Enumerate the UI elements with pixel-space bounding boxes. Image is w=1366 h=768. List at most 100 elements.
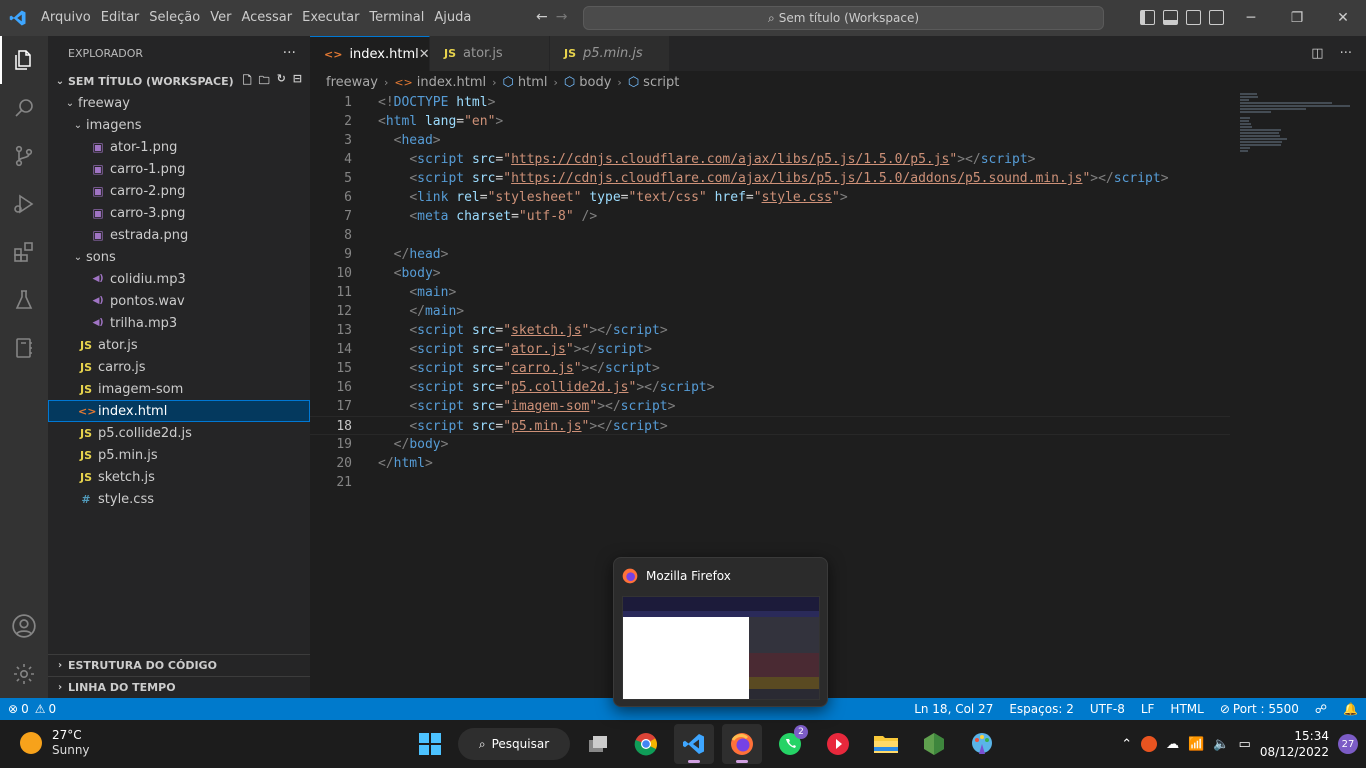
close-tab-icon[interactable]: ✕ xyxy=(419,47,430,62)
file-explorer-icon[interactable] xyxy=(866,724,906,764)
file-item[interactable]: ▣ carro-1.png xyxy=(48,158,310,180)
notifications-bell-icon[interactable]: 🔔 xyxy=(1335,702,1366,716)
menu-item-arquivo[interactable]: Arquivo xyxy=(36,0,96,36)
file-item[interactable]: ▣ carro-2.png xyxy=(48,180,310,202)
start-windows-icon[interactable] xyxy=(410,724,450,764)
task-view-icon[interactable] xyxy=(578,724,618,764)
extensions-icon[interactable] xyxy=(0,228,48,276)
file-item[interactable]: ▣ ator-1.png xyxy=(48,136,310,158)
explorer-icon[interactable] xyxy=(0,36,48,84)
menu-item-terminal[interactable]: Terminal xyxy=(364,0,429,36)
file-item[interactable]: # style.css xyxy=(48,488,310,510)
file-item[interactable]: JS p5.collide2d.js xyxy=(48,422,310,444)
problems-status[interactable]: ⊗ 0 ⚠ 0 xyxy=(0,702,64,716)
tray-app-icon[interactable] xyxy=(1141,736,1158,752)
folder-item[interactable]: ⌄ imagens xyxy=(48,114,310,136)
file-item[interactable]: ◀) colidiu.mp3 xyxy=(48,268,310,290)
clock[interactable]: 15:34 08/12/2022 xyxy=(1260,728,1329,760)
firefox-icon[interactable] xyxy=(722,724,762,764)
tab-p5-min-js[interactable]: JS p5.min.js xyxy=(550,36,670,71)
menu-item-editar[interactable]: Editar xyxy=(96,0,145,36)
file-item[interactable]: ▣ carro-3.png xyxy=(48,202,310,224)
split-editor-icon[interactable]: ◫ xyxy=(1311,46,1323,61)
chevron-up-icon[interactable]: ⌃ xyxy=(1121,737,1132,752)
end-of-line[interactable]: LF xyxy=(1133,702,1163,716)
more-actions-icon[interactable]: ··· xyxy=(283,45,296,61)
menu-item-executar[interactable]: Executar xyxy=(297,0,364,36)
whatsapp-icon[interactable]: 2 xyxy=(770,724,810,764)
live-server-port[interactable]: ⊘ Port : 5500 xyxy=(1212,702,1307,716)
collapse-all-icon[interactable]: ⊟ xyxy=(293,72,302,91)
back-arrow-icon[interactable]: ← xyxy=(536,9,548,25)
taskbar-search[interactable]: ⌕ Pesquisar xyxy=(458,728,570,760)
file-item[interactable]: JS carro.js xyxy=(48,356,310,378)
encoding[interactable]: UTF-8 xyxy=(1082,702,1133,716)
forward-arrow-icon[interactable]: → xyxy=(556,9,568,25)
media-player-icon[interactable] xyxy=(818,724,858,764)
testing-icon[interactable] xyxy=(0,276,48,324)
close-icon[interactable]: ✕ xyxy=(1320,0,1366,36)
nodejs-icon[interactable] xyxy=(914,724,954,764)
paint-icon[interactable] xyxy=(962,724,1002,764)
breadcrumb-item[interactable]: index.html xyxy=(417,75,486,90)
file-item[interactable]: JS imagem-som xyxy=(48,378,310,400)
file-item[interactable]: ▣ estrada.png xyxy=(48,224,310,246)
workspace-header[interactable]: ⌄ SEM TÍTULO (WORKSPACE) 🗋 🗀 ↻ ⊟ xyxy=(48,70,310,92)
tab-ator-js[interactable]: JS ator.js xyxy=(430,36,550,71)
weather-widget[interactable]: 27°C Sunny xyxy=(20,728,90,758)
vscode-taskbar-icon[interactable] xyxy=(674,724,714,764)
file-item[interactable]: <> index.html xyxy=(48,400,310,422)
volume-icon[interactable]: 🔈 xyxy=(1213,737,1229,752)
new-folder-icon[interactable]: 🗀 xyxy=(259,72,270,91)
menu-item-ajuda[interactable]: Ajuda xyxy=(429,0,476,36)
restore-icon[interactable]: ❐ xyxy=(1274,0,1320,36)
search-icon[interactable] xyxy=(0,84,48,132)
customize-layout-icon[interactable] xyxy=(1209,10,1224,25)
file-item[interactable]: JS p5.min.js xyxy=(48,444,310,466)
onedrive-cloud-icon[interactable]: ☁ xyxy=(1166,737,1179,752)
menu-item-seleção[interactable]: Seleção xyxy=(144,0,205,36)
account-icon[interactable] xyxy=(0,602,48,650)
breadcrumb-item[interactable]: html xyxy=(518,75,548,90)
menu-item-ver[interactable]: Ver xyxy=(205,0,236,36)
indentation[interactable]: Espaços: 2 xyxy=(1001,702,1082,716)
minimap[interactable] xyxy=(1240,93,1350,152)
file-item[interactable]: ◀) pontos.wav xyxy=(48,290,310,312)
battery-icon[interactable]: ▭ xyxy=(1239,737,1251,752)
menu-item-acessar[interactable]: Acessar xyxy=(236,0,297,36)
outline-section[interactable]: › ESTRUTURA DO CÓDIGO xyxy=(48,654,310,676)
folder-item[interactable]: ⌄ freeway xyxy=(48,92,310,114)
toggle-panel-icon[interactable] xyxy=(1163,10,1178,25)
new-file-icon[interactable]: 🗋 xyxy=(243,72,252,91)
chrome-icon[interactable] xyxy=(626,724,666,764)
code-token: "stylesheet" xyxy=(487,190,582,205)
vscode-logo-icon xyxy=(0,0,36,36)
source-control-icon[interactable] xyxy=(0,132,48,180)
command-center[interactable]: ⌕ Sem título (Workspace) xyxy=(583,6,1104,30)
toggle-sidebar-icon[interactable] xyxy=(1140,10,1155,25)
feedback-icon[interactable]: ☍ xyxy=(1307,702,1335,716)
folder-item[interactable]: ⌄ sons xyxy=(48,246,310,268)
breadcrumb-item[interactable]: script xyxy=(643,75,679,90)
refresh-icon[interactable]: ↻ xyxy=(277,72,286,91)
file-item[interactable]: JS sketch.js xyxy=(48,466,310,488)
toggle-secondary-sidebar-icon[interactable] xyxy=(1186,10,1201,25)
breadcrumb-item[interactable]: body xyxy=(579,75,611,90)
tab-index-html[interactable]: <> index.html ✕ xyxy=(310,36,430,71)
more-actions-icon[interactable]: ··· xyxy=(1340,46,1352,61)
taskbar-preview-popup[interactable]: Mozilla Firefox xyxy=(613,557,828,707)
notebook-icon[interactable] xyxy=(0,324,48,372)
breadcrumb-item[interactable]: freeway xyxy=(326,75,378,90)
minimize-icon[interactable]: ─ xyxy=(1228,0,1274,36)
timeline-section[interactable]: › LINHA DO TEMPO xyxy=(48,676,310,698)
file-item[interactable]: JS ator.js xyxy=(48,334,310,356)
settings-gear-icon[interactable] xyxy=(0,650,48,698)
window-thumbnail[interactable] xyxy=(622,596,820,700)
language-mode[interactable]: HTML xyxy=(1162,702,1211,716)
notification-count[interactable]: 27 xyxy=(1338,734,1358,754)
wifi-icon[interactable]: 📶 xyxy=(1188,737,1204,752)
cursor-position[interactable]: Ln 18, Col 27 xyxy=(906,702,1001,716)
run-debug-icon[interactable] xyxy=(0,180,48,228)
file-item[interactable]: ◀) trilha.mp3 xyxy=(48,312,310,334)
